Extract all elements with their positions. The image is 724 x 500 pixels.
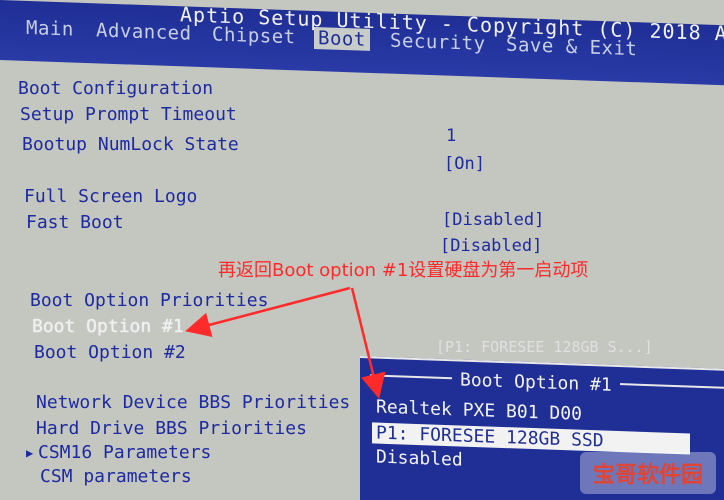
watermark-logo: 宝哥软件园 — [580, 452, 716, 494]
watermark-text: 宝哥软件园 — [592, 463, 703, 488]
arrow-to-boot-option-1 — [185, 286, 351, 338]
annotation-arrows — [185, 286, 386, 399]
arrow-to-popup-option — [350, 287, 386, 399]
